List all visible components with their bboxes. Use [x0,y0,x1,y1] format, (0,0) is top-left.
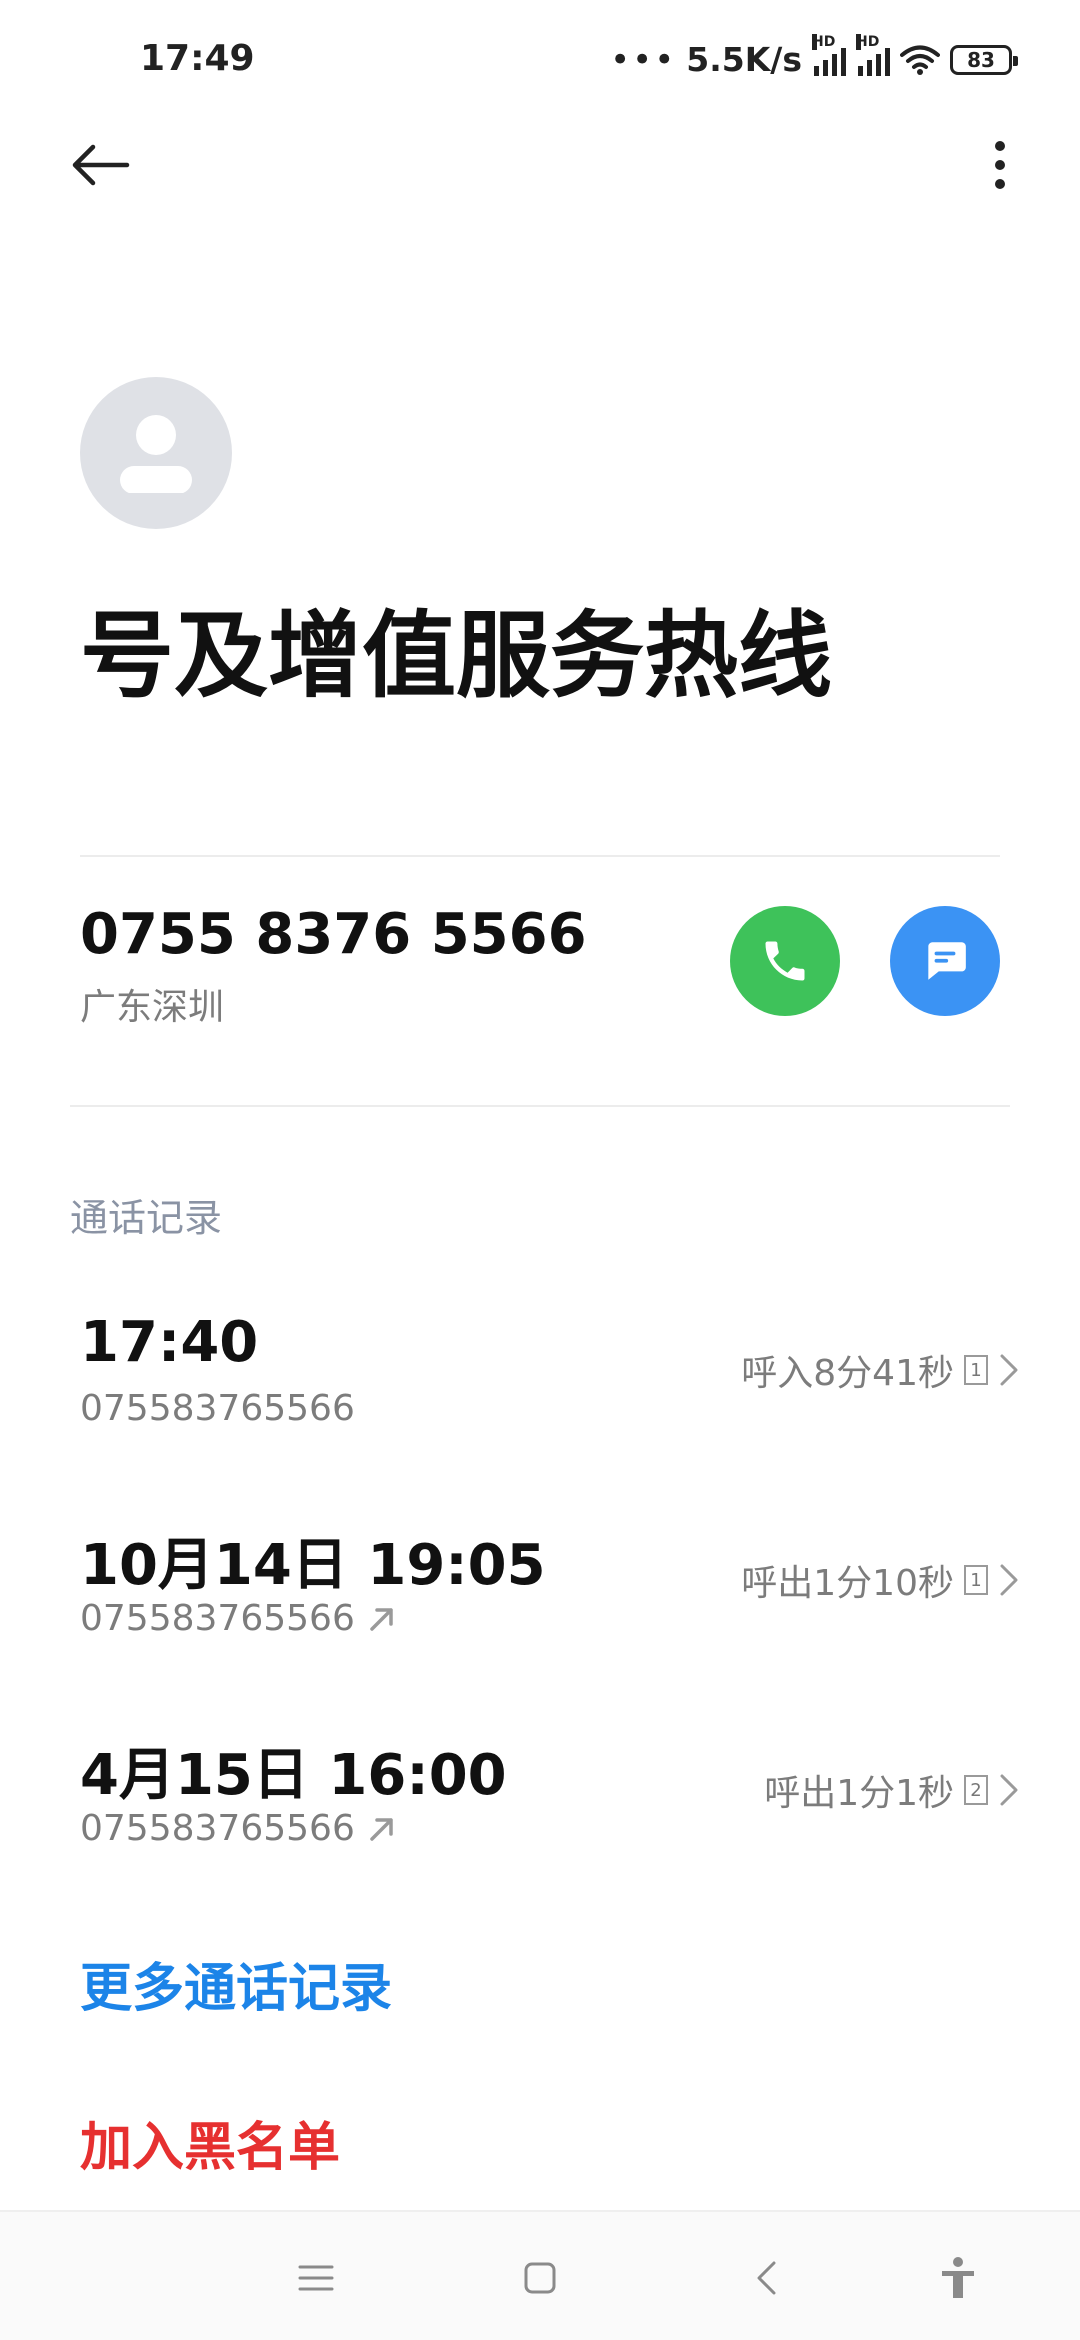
chevron-right-icon [1000,1564,1018,1596]
accessibility-button[interactable] [928,2248,988,2308]
call-log-title: 通话记录 [70,1196,223,1240]
back-button[interactable] [60,130,140,200]
outgoing-arrow-icon [370,1607,393,1631]
phone-number[interactable]: 0755 8376 5566 [80,902,587,967]
divider [70,1105,1010,1107]
navigation-bar [0,2210,1080,2340]
record-time: 10月14日 19:05 [80,1533,546,1598]
phone-icon [765,941,805,981]
record-duration: 呼出1分10秒 [741,1563,954,1604]
home-icon [524,2262,556,2294]
call-record[interactable]: 10月14日 19:05 075583765566 呼出1分10秒 1 [0,1520,1080,1730]
record-detail: 呼出1分10秒 1 [741,1554,1020,1606]
record-time: 4月15日 16:00 [80,1743,507,1808]
back-arrow-icon [72,144,130,186]
person-icon [120,415,192,493]
more-vertical-icon [995,141,1005,151]
record-detail: 呼入8分41秒 1 [741,1344,1020,1396]
contact-name: 号及增值服务热线 [80,602,833,711]
sim-1-icon: 1 [964,1355,988,1385]
outgoing-arrow-icon [370,1817,393,1841]
chevron-right-icon [1000,1354,1018,1386]
record-number: 075583765566 [80,1388,355,1429]
contact-detail-screen: 17:49 ••• 5.5K/s HD HD 83 号及增值服务热线 0755 … [0,0,1080,2340]
record-duration: 呼出1分1秒 [764,1773,954,1814]
record-duration: 呼入8分41秒 [741,1353,954,1394]
divider [80,855,1000,857]
signal-icon: HD [812,33,846,76]
status-time: 17:49 [140,38,255,79]
wifi-icon [900,45,940,75]
message-icon [928,942,966,980]
network-speed: 5.5K/s [686,40,802,79]
recent-apps-button[interactable] [286,2248,346,2308]
more-options-button[interactable] [970,130,1030,200]
status-bar: 17:49 ••• 5.5K/s HD HD 83 [0,0,1080,120]
home-button[interactable] [510,2248,570,2308]
back-icon [757,2261,776,2295]
record-number: 075583765566 [80,1598,397,1639]
menu-icon [298,2265,334,2291]
sim-1-icon: 1 [964,1565,988,1595]
status-icons: ••• 5.5K/s HD HD 83 [610,33,1018,80]
battery-icon: 83 [950,44,1018,75]
signal-icon-2: HD [856,33,890,76]
record-number-text: 075583765566 [80,1598,355,1639]
nav-back-button[interactable] [736,2248,796,2308]
accessibility-icon [942,2257,974,2298]
record-number-text: 075583765566 [80,1388,355,1429]
record-number-text: 075583765566 [80,1808,355,1849]
hd-badge: HD [812,33,836,50]
record-detail: 呼出1分1秒 2 [764,1764,1020,1816]
hd-badge-2: HD [856,33,880,50]
sim-2-icon: 2 [964,1775,988,1805]
record-number: 075583765566 [80,1808,397,1849]
avatar [80,377,232,529]
call-button[interactable] [730,906,840,1016]
call-record[interactable]: 17:40 075583765566 呼入8分41秒 1 [0,1310,1080,1520]
call-record[interactable]: 4月15日 16:00 075583765566 呼出1分1秒 2 [0,1730,1080,1940]
chevron-right-icon [1000,1774,1018,1806]
message-button[interactable] [890,906,1000,1016]
phone-location: 广东深圳 [80,987,225,1028]
record-time: 17:40 [80,1310,259,1375]
notification-dots: ••• [610,39,677,80]
add-to-blacklist-button[interactable]: 加入黑名单 [80,2105,340,2180]
more-call-records-link[interactable]: 更多通话记录 [80,1946,392,2021]
